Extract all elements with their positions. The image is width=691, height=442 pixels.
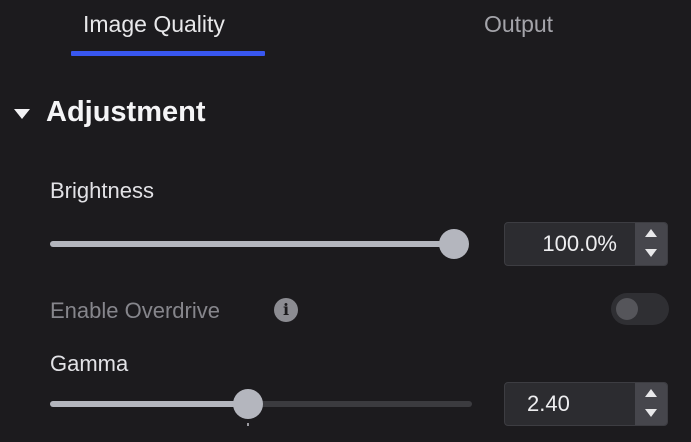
gamma-slider-thumb[interactable] <box>233 389 263 419</box>
gamma-increment-button[interactable] <box>635 383 667 404</box>
overdrive-label: Enable Overdrive <box>50 298 220 323</box>
gamma-spinbox[interactable]: 2.40 <box>504 382 668 426</box>
gamma-stepper <box>635 383 667 425</box>
adjustment-section-header[interactable]: Adjustment <box>14 96 206 129</box>
brightness-spinbox[interactable]: 100.0% <box>504 222 668 266</box>
brightness-stepper <box>635 223 667 265</box>
tab-image-quality[interactable]: Image Quality <box>83 11 225 38</box>
active-tab-indicator <box>71 51 265 56</box>
brightness-slider-thumb[interactable] <box>439 229 469 259</box>
gamma-label: Gamma <box>50 351 129 376</box>
overdrive-toggle[interactable] <box>611 293 669 325</box>
brightness-slider-fill <box>50 241 454 247</box>
section-title: Adjustment <box>46 96 206 128</box>
gamma-decrement-button[interactable] <box>635 404 667 425</box>
gamma-slider-fill <box>50 401 248 407</box>
brightness-increment-button[interactable] <box>635 223 667 244</box>
brightness-decrement-button[interactable] <box>635 244 667 265</box>
gamma-default-mark <box>247 423 249 426</box>
brightness-value-input[interactable]: 100.0% <box>505 223 637 265</box>
gamma-value-input[interactable]: 2.40 <box>505 383 637 425</box>
arrow-down-icon <box>645 249 657 257</box>
caret-down-icon <box>14 108 30 119</box>
info-icon[interactable]: i <box>274 298 298 322</box>
arrow-up-icon <box>645 389 657 397</box>
gamma-slider[interactable] <box>50 389 472 426</box>
arrow-up-icon <box>645 229 657 237</box>
overdrive-toggle-knob <box>616 298 638 320</box>
tab-bar: Image Quality Output <box>0 0 691 60</box>
brightness-slider[interactable] <box>50 229 469 259</box>
brightness-label: Brightness <box>50 178 154 203</box>
arrow-down-icon <box>645 409 657 417</box>
tab-output[interactable]: Output <box>484 11 553 38</box>
